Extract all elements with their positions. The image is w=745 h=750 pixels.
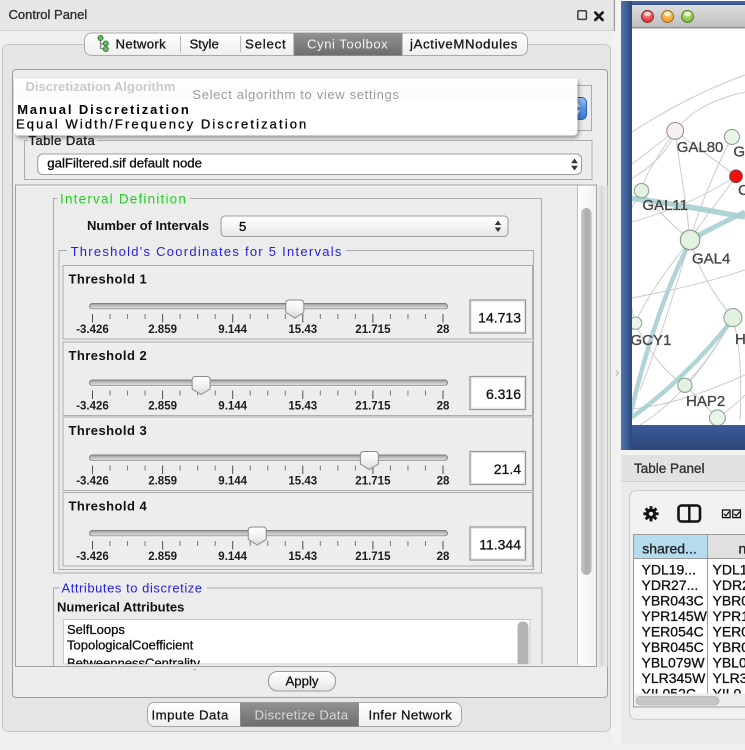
svg-text:YBR0: YBR0	[713, 592, 745, 608]
svg-text:H: H	[735, 331, 745, 348]
svg-text:Number of Intervals: Number of Intervals	[87, 218, 209, 233]
svg-text:Control Panel: Control Panel	[9, 7, 88, 22]
svg-text:2.859: 2.859	[148, 401, 177, 413]
svg-text:TopologicalCoefficient: TopologicalCoefficient	[67, 638, 194, 653]
svg-text:21.715: 21.715	[355, 401, 391, 413]
svg-text:galFiltered.sif default node: galFiltered.sif default node	[47, 156, 202, 171]
svg-text:YER054C: YER054C	[642, 623, 704, 639]
svg-text:YDR2: YDR2	[713, 577, 745, 593]
svg-text:Cyni Toolbox: Cyni Toolbox	[307, 37, 388, 52]
svg-text:-3.426: -3.426	[76, 476, 109, 488]
svg-text:11.344: 11.344	[479, 537, 521, 553]
svg-text:15.43: 15.43	[288, 551, 317, 563]
svg-text:YDL19...: YDL19...	[642, 561, 696, 577]
svg-text:-3.426: -3.426	[76, 324, 109, 336]
svg-text:Select: Select	[245, 37, 286, 52]
svg-text:2.859: 2.859	[148, 324, 177, 336]
svg-text:Threshold 4: Threshold 4	[69, 499, 148, 514]
svg-text:6.316: 6.316	[486, 386, 521, 402]
svg-text:Impute Data: Impute Data	[152, 707, 230, 722]
svg-text:HAP2: HAP2	[686, 393, 725, 410]
svg-text:Infer Network: Infer Network	[369, 707, 453, 722]
svg-text:Interval Definition: Interval Definition	[60, 192, 187, 207]
svg-text:Threshold's Coordinates for 5: Threshold's Coordinates for 5 Intervals	[71, 244, 343, 259]
svg-text:SelfLoops: SelfLoops	[67, 622, 125, 637]
svg-text:Select algorithm to view setti: Select algorithm to view settings	[192, 87, 399, 102]
svg-text:14.713: 14.713	[478, 310, 521, 326]
svg-text:-3.426: -3.426	[76, 401, 109, 413]
svg-text:9.144: 9.144	[218, 324, 247, 336]
svg-text:Equal Width/Frequency Discreti: Equal Width/Frequency Discretization	[16, 117, 308, 132]
svg-text:YDR27...: YDR27...	[642, 577, 699, 593]
svg-text:2.859: 2.859	[148, 551, 177, 563]
svg-text:YLR3: YLR3	[713, 670, 745, 686]
svg-text:21.4: 21.4	[494, 461, 521, 477]
svg-text:GCY1: GCY1	[631, 332, 672, 349]
svg-text:5: 5	[239, 219, 246, 234]
svg-text:YER0: YER0	[713, 623, 745, 639]
svg-text:jActiveMNodules: jActiveMNodules	[409, 37, 518, 52]
svg-text:Table Data: Table Data	[29, 133, 96, 148]
svg-text:YBR045C: YBR045C	[642, 639, 704, 655]
svg-text:Numerical Attributes: Numerical Attributes	[57, 600, 184, 615]
svg-text:15.43: 15.43	[288, 476, 317, 488]
svg-text:YLR345W: YLR345W	[642, 670, 707, 686]
svg-text:28: 28	[437, 476, 450, 488]
svg-text:2.859: 2.859	[148, 476, 177, 488]
svg-text:G.: G.	[733, 143, 745, 160]
svg-text:-3.426: -3.426	[76, 551, 109, 563]
svg-text:GAL11: GAL11	[642, 197, 688, 214]
svg-text:Manual Discretization: Manual Discretization	[17, 102, 191, 117]
svg-text:shared...: shared...	[642, 541, 696, 557]
svg-text:GAL4: GAL4	[692, 251, 730, 268]
svg-text:21.715: 21.715	[355, 476, 391, 488]
svg-text:YBR0: YBR0	[713, 639, 745, 655]
svg-text:Discretize Data: Discretize Data	[255, 707, 349, 722]
svg-text:GAL80: GAL80	[677, 139, 724, 156]
svg-text:YBL079W: YBL079W	[642, 654, 706, 670]
svg-text:na: na	[739, 541, 745, 557]
svg-text:9.144: 9.144	[218, 401, 247, 413]
svg-text:YPR1: YPR1	[713, 608, 745, 624]
svg-text:Apply: Apply	[286, 674, 319, 689]
svg-text:Threshold 2: Threshold 2	[69, 348, 148, 363]
svg-text:Attributes to discretize: Attributes to discretize	[62, 581, 203, 596]
svg-text:9.144: 9.144	[218, 476, 247, 488]
svg-text:21.715: 21.715	[355, 551, 391, 563]
svg-text:Network: Network	[116, 37, 167, 52]
svg-text:Threshold 1: Threshold 1	[69, 272, 148, 287]
svg-text:YBR043C: YBR043C	[642, 592, 704, 608]
svg-text:28: 28	[437, 324, 450, 336]
svg-text:Style: Style	[190, 37, 219, 52]
svg-text:C: C	[738, 182, 745, 199]
svg-text:21.715: 21.715	[355, 324, 391, 336]
svg-text:28: 28	[437, 401, 450, 413]
svg-text:Discretization Algorithm: Discretization Algorithm	[26, 79, 176, 94]
svg-text:Table Panel: Table Panel	[634, 461, 705, 476]
svg-text:28: 28	[437, 551, 450, 563]
svg-text:YDL1: YDL1	[713, 561, 745, 577]
svg-text:YBL0: YBL0	[713, 654, 745, 670]
svg-text:Threshold 3: Threshold 3	[69, 423, 148, 438]
svg-text:9.144: 9.144	[218, 551, 247, 563]
svg-text:15.43: 15.43	[288, 401, 317, 413]
svg-text:15.43: 15.43	[288, 324, 317, 336]
svg-text:YPR145W: YPR145W	[642, 608, 708, 624]
